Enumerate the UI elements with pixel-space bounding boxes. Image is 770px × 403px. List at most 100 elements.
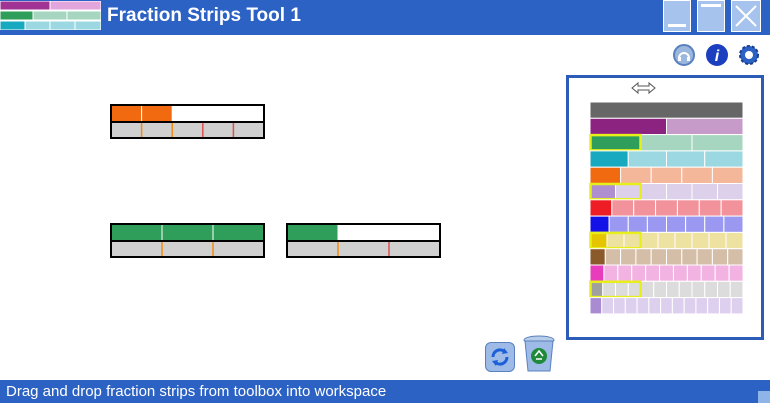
horizontal-resize-arrow-icon[interactable] <box>631 81 656 95</box>
toolbox-strip-cell[interactable] <box>707 297 720 315</box>
toolbox-strip-cell[interactable] <box>659 264 674 282</box>
toolbox-strip-cell[interactable] <box>655 199 678 217</box>
toolbox-strip-cell[interactable] <box>681 248 698 266</box>
toolbox-strip-cell[interactable] <box>627 150 667 168</box>
toolbox-strip-row[interactable] <box>589 264 744 282</box>
toolbox-strip-cell[interactable] <box>678 280 693 299</box>
toolbox-strip-cell[interactable] <box>627 215 648 233</box>
toolbox-strip-cell[interactable] <box>727 248 744 266</box>
toolbox-strip-cell[interactable] <box>700 264 716 282</box>
toolbox-strip-cell[interactable] <box>615 280 629 299</box>
toolbox-strip-row[interactable] <box>589 248 744 266</box>
toolbox-strip-cell[interactable] <box>627 280 642 299</box>
toolbox-strip-cell[interactable] <box>611 199 635 217</box>
toolbox-strip-cell[interactable] <box>589 166 622 184</box>
fraction-strip[interactable] <box>110 223 265 258</box>
toolbox-strip-cell[interactable] <box>674 231 693 250</box>
toolbox-strip-cell[interactable] <box>631 264 647 282</box>
toolbox-strip-row[interactable] <box>589 215 744 233</box>
toolbox-strip-cell[interactable] <box>608 215 629 233</box>
toolbox-strip-cell[interactable] <box>708 231 727 250</box>
toolbox-strip-cell[interactable] <box>640 280 655 299</box>
toolbox-strip-cell[interactable] <box>589 101 744 119</box>
toolbox-strip-cell[interactable] <box>704 215 725 233</box>
toolbox-strip-row[interactable] <box>589 101 744 119</box>
toolbox-strip-row[interactable] <box>589 117 744 136</box>
toolbox-strip-cell[interactable] <box>589 199 613 217</box>
toolbox-strip-cell[interactable] <box>728 264 744 282</box>
toolbox-strip-cell[interactable] <box>620 166 652 184</box>
workspace[interactable]: i <box>0 35 770 380</box>
toolbox-strip-cell[interactable] <box>717 183 744 201</box>
toolbox-strip-cell[interactable] <box>666 183 693 201</box>
close-button[interactable] <box>731 0 761 32</box>
toolbox-strip-cell[interactable] <box>589 264 605 282</box>
toolbox-strip-cell[interactable] <box>691 134 744 152</box>
toolbox-strip-cell[interactable] <box>666 248 683 266</box>
toolbox-strip-cell[interactable] <box>640 183 667 201</box>
toolbox-strip-cell[interactable] <box>589 150 629 168</box>
toolbox-strip-cell[interactable] <box>671 297 685 315</box>
toolbox-strip-cell[interactable] <box>717 280 731 299</box>
toolbox-strip-cell[interactable] <box>676 199 700 217</box>
toolbox-strip-cell[interactable] <box>589 183 616 201</box>
toolbox-strip-cell[interactable] <box>666 280 680 299</box>
toolbox-strip-cell[interactable] <box>589 280 604 299</box>
toolbox-strip-cell[interactable] <box>615 183 642 201</box>
toolbox-strip-cell[interactable] <box>650 166 683 184</box>
toolbox-strip-cell[interactable] <box>589 231 608 250</box>
toolbox-strip-cell[interactable] <box>666 117 744 136</box>
toolbox-strip-cell[interactable] <box>704 150 744 168</box>
toolbox-strip-cell[interactable] <box>672 264 688 282</box>
toolbox-strip-cell[interactable] <box>725 231 744 250</box>
toolbox-strip-cell[interactable] <box>729 280 744 299</box>
toolbox-strip-cell[interactable] <box>653 280 667 299</box>
toolbox-strip-cell[interactable] <box>646 215 667 233</box>
toolbox-strip-cell[interactable] <box>602 280 616 299</box>
toolbox-strip-cell[interactable] <box>718 297 732 315</box>
toolbox-strip-cell[interactable] <box>589 134 642 152</box>
toolbox-strip-cell[interactable] <box>657 231 676 250</box>
toolbox-strip-cell[interactable] <box>686 264 702 282</box>
recycle-bin-button[interactable] <box>522 335 556 373</box>
maximize-button[interactable] <box>697 0 725 32</box>
toolbox-strip-row[interactable] <box>589 199 744 217</box>
toolbox-strip-cell[interactable] <box>695 297 709 315</box>
toolbox-strip-row[interactable] <box>589 280 744 299</box>
toolbox-strip-cell[interactable] <box>604 248 622 266</box>
fraction-strip[interactable] <box>110 104 265 139</box>
toolbox-strip-cell[interactable] <box>589 215 610 233</box>
toolbox-strip-row[interactable] <box>589 133 744 152</box>
toolbox-strip-cell[interactable] <box>613 297 626 315</box>
settings-button[interactable] <box>737 43 761 67</box>
toolbox-strip-cell[interactable] <box>683 297 697 315</box>
toolbox-strip-cell[interactable] <box>666 215 687 233</box>
toolbox-strip-row[interactable] <box>589 297 744 315</box>
toolbox-strip-cell[interactable] <box>601 297 615 315</box>
toolbox-strip-cell[interactable] <box>617 264 633 282</box>
toolbox-strip-cell[interactable] <box>650 248 667 266</box>
toolbox-strip-cell[interactable] <box>589 248 606 266</box>
toolbox-strip-cell[interactable] <box>640 134 693 152</box>
toolbox-strip-cell[interactable] <box>624 297 638 315</box>
toolbox-strip-cell[interactable] <box>603 264 619 282</box>
toolbox-strip-cell[interactable] <box>723 215 744 233</box>
toolbox-strip-cell[interactable] <box>691 183 718 201</box>
speaker-button[interactable] <box>673 44 695 66</box>
toolbox-strip-cell[interactable] <box>623 231 642 250</box>
toolbox-strip-cell[interactable] <box>696 248 713 266</box>
toolbox-strip-cell[interactable] <box>698 199 722 217</box>
toolbox-strip-cell[interactable] <box>711 166 744 184</box>
toolbox-strip-cell[interactable] <box>681 166 713 184</box>
info-button[interactable]: i <box>706 44 728 66</box>
toolbox-strip-cell[interactable] <box>589 297 603 315</box>
toolbox-strip-cell[interactable] <box>730 297 744 315</box>
minimize-button[interactable] <box>663 0 691 32</box>
toolbox-strip-cell[interactable] <box>640 231 659 250</box>
toolbox-strip-cell[interactable] <box>636 297 650 315</box>
toolbox-strip-cell[interactable] <box>704 280 718 299</box>
toolbox-strip-cell[interactable] <box>620 248 637 266</box>
toolbox-strip-cell[interactable] <box>714 264 730 282</box>
toolbox-strip-cell[interactable] <box>633 199 657 217</box>
toolbox-strip-cell[interactable] <box>648 297 662 315</box>
